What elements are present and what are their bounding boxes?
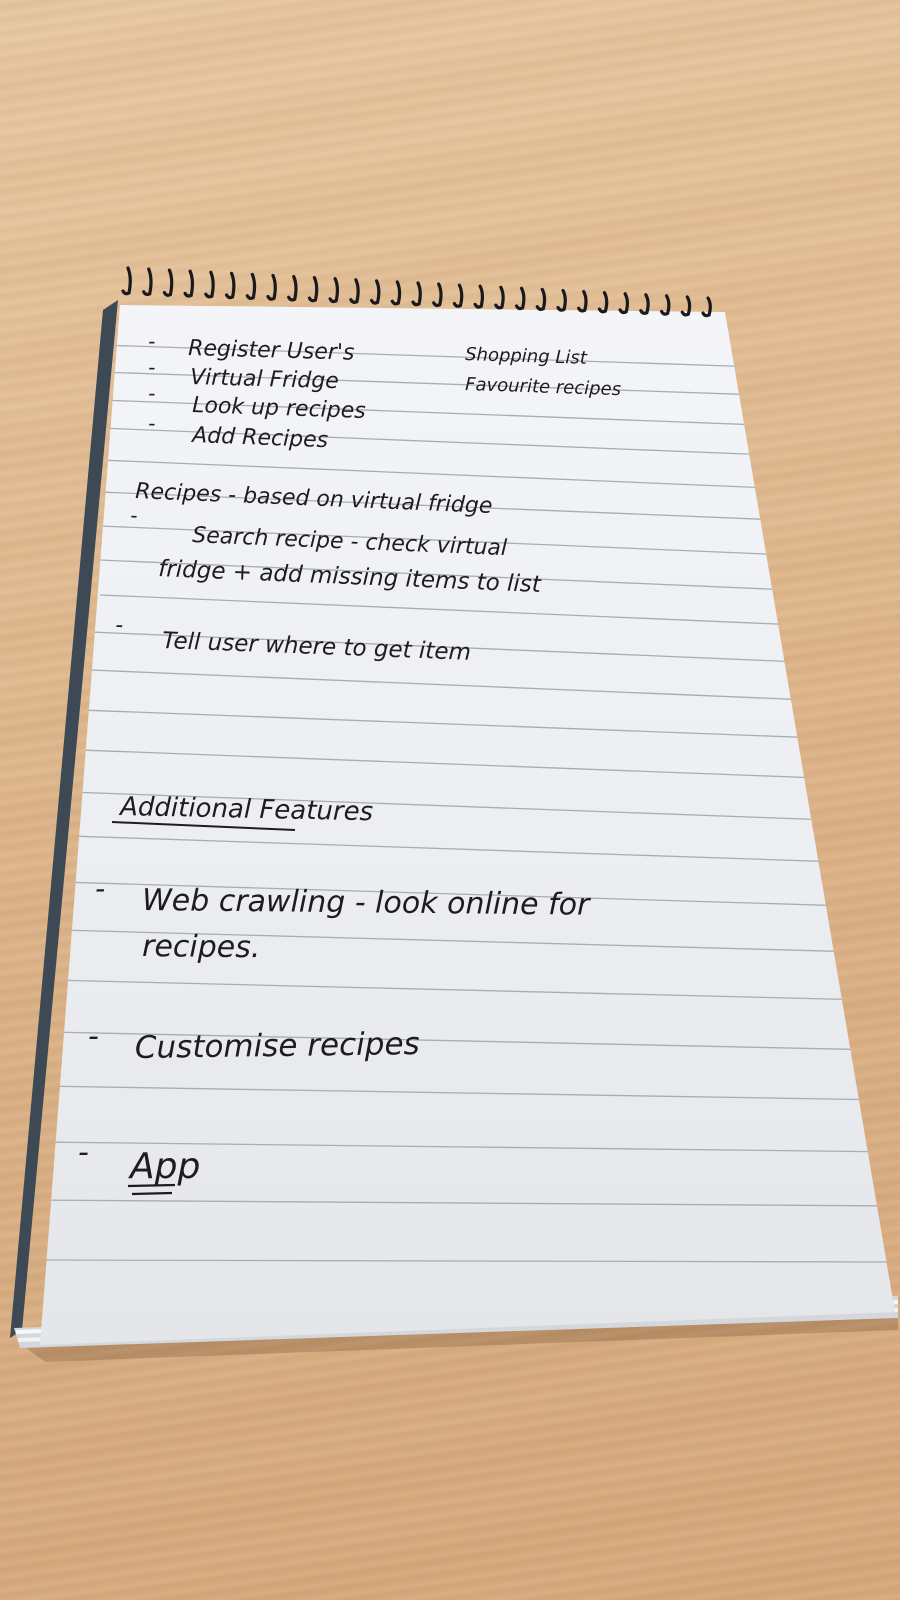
note-recipes-period: recipes.: [142, 929, 261, 965]
spiral-coil: [328, 277, 340, 304]
spiral-coil: [639, 293, 650, 315]
spiral-coil: [535, 287, 547, 311]
note-virtual-fridge: Virtual Fridge: [190, 365, 339, 394]
spiral-coil: [204, 270, 215, 299]
spiral-coil: [432, 282, 443, 308]
spiral-coil: [369, 279, 381, 305]
notepad-photo: - Register User's Shopping List - Virtua…: [10, 266, 898, 1362]
spiral-coil: [473, 284, 485, 309]
spiral-coil: [618, 292, 630, 315]
dash-8: -: [88, 1019, 99, 1054]
dash-4: -: [148, 411, 156, 435]
spiral-coil: [287, 274, 298, 302]
heading-additional-features: Additional Features: [118, 792, 374, 827]
spiral-coil: [556, 288, 567, 312]
spiral-coil: [266, 273, 277, 301]
note-web-crawling: Web crawling - look online for: [142, 883, 591, 923]
dash-9: -: [78, 1135, 89, 1170]
spiral-coil: [121, 266, 132, 296]
dash-7: -: [95, 872, 105, 905]
spiral-coil: [577, 289, 588, 313]
spiral-coil: [245, 272, 257, 300]
spiral-coil: [307, 276, 319, 303]
spiral-coil: [183, 269, 195, 298]
spiral-coil: [390, 280, 402, 306]
spiral-coil: [494, 285, 505, 310]
dash-5: -: [130, 503, 138, 527]
spiral-coil: [349, 278, 360, 304]
spiral-coil: [597, 291, 609, 314]
note-customise-recipes: Customise recipes: [135, 1026, 420, 1066]
spiral-coil: [514, 286, 526, 311]
dash-1: -: [148, 329, 156, 353]
spiral-coil: [411, 281, 422, 307]
dash-6: -: [115, 613, 124, 638]
spiral-coil: [452, 283, 464, 308]
dash-3: -: [148, 381, 156, 405]
note-shopping-list: Shopping List: [465, 344, 588, 369]
spiral-coil: [224, 271, 236, 300]
dash-2: -: [148, 355, 156, 379]
note-register-users: Register User's: [188, 336, 355, 366]
app-underline-1: [127, 1183, 176, 1188]
app-underline-2: [131, 1191, 173, 1196]
spiral-coil: [162, 268, 174, 297]
spiral-coil: [142, 267, 153, 297]
note-add-recipes: Add Recipes: [190, 423, 329, 453]
note-app: App: [128, 1146, 200, 1187]
